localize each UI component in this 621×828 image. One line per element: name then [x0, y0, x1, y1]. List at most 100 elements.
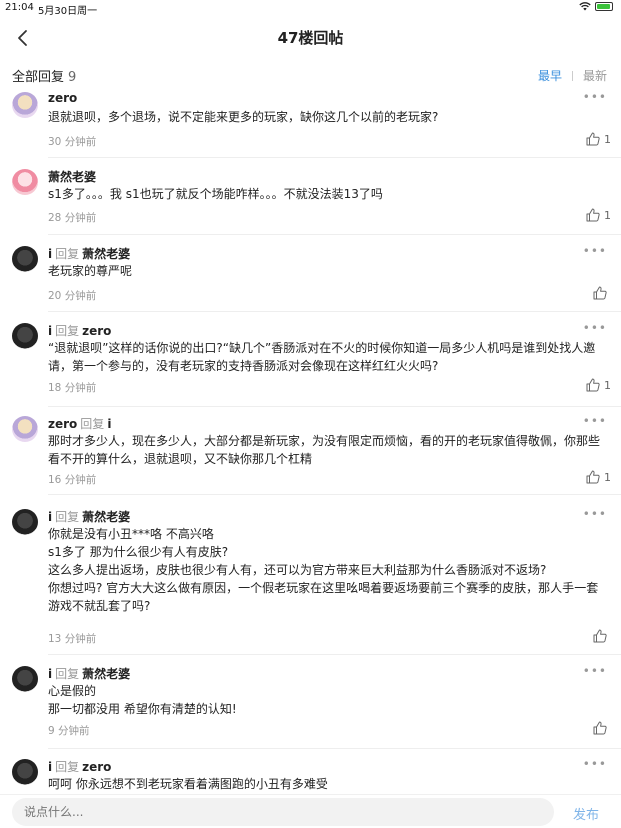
replies-count: 9: [68, 70, 77, 85]
divider: [48, 157, 621, 158]
avatar[interactable]: [12, 509, 38, 535]
reply-word: 回复: [80, 417, 105, 431]
list-item: i 回复 萧然老婆 ••• 你就是没有小丑***咯 不高兴咯 s1多了 那为什么很少…: [0, 505, 621, 655]
reply-author: 萧然老婆: [48, 168, 96, 185]
divider: [48, 494, 621, 495]
reply-word: 回复: [55, 667, 80, 681]
author-name[interactable]: 萧然老婆: [48, 170, 96, 184]
thumb-up-icon: [593, 721, 607, 735]
more-dots-icon[interactable]: •••: [583, 321, 607, 335]
avatar[interactable]: [12, 323, 38, 349]
like-button[interactable]: 1: [586, 208, 611, 222]
divider: [48, 311, 621, 312]
reply-line: 那一切都没用 希望你有清楚的认知!: [48, 702, 237, 716]
author-name[interactable]: zero: [48, 91, 77, 105]
avatar[interactable]: [12, 416, 38, 442]
sort-divider: [571, 70, 573, 81]
thumb-up-icon: [586, 132, 600, 146]
reply-author: i 回复 萧然老婆: [48, 665, 130, 682]
reply-target[interactable]: zero: [82, 760, 111, 774]
reply-line: 游戏不就乱套了吗?: [48, 599, 151, 613]
avatar[interactable]: [12, 759, 38, 785]
avatar[interactable]: [12, 246, 38, 272]
divider: [48, 406, 621, 407]
sort-latest-button[interactable]: 最新: [583, 67, 607, 84]
reply-time: 30 分钟前: [48, 136, 97, 148]
more-dots-icon[interactable]: •••: [583, 664, 607, 678]
status-time: 21:04: [5, 2, 34, 13]
wifi-icon: [579, 2, 591, 11]
reply-target[interactable]: zero: [82, 324, 111, 338]
more-dots-icon[interactable]: •••: [583, 244, 607, 258]
author-name[interactable]: zero: [48, 417, 77, 431]
more-dots-icon[interactable]: •••: [583, 414, 607, 428]
author-name[interactable]: i: [48, 324, 52, 338]
reply-target[interactable]: 萧然老婆: [82, 247, 130, 261]
more-dots-icon[interactable]: •••: [583, 90, 607, 104]
status-icons: [579, 2, 613, 11]
reply-target[interactable]: i: [107, 417, 111, 431]
reply-text: “退就退呗”这样的话你说的出口?“缺几个”香肠派对在不火的时候你知道一局多少人机…: [48, 341, 596, 373]
reply-time: 28 分钟前: [48, 212, 97, 224]
reply-text: s1多了。。。我 s1也玩了就反个场能咋样。。。不就没法装13了吗: [48, 187, 383, 201]
reply-text: 心是假的 那一切都没用 希望你有清楚的认知!: [48, 682, 605, 718]
reply-line: 你想过吗? 官方大大这么做有原因，一个假老玩家在这里吆喝着要返场要前三个赛季的皮…: [48, 581, 599, 595]
reply-author: zero: [48, 91, 77, 105]
replies-label-text: 全部回复: [12, 70, 65, 85]
reply-list: zero ••• 退就退呗，多个退场，说不定能来更多的玩家，缺你这几个以前的老玩…: [0, 88, 621, 794]
reply-word: 回复: [55, 247, 80, 261]
like-count: 1: [604, 470, 611, 484]
publish-button[interactable]: 发布: [573, 804, 599, 823]
reply-text: 呵呵 你永远想不到老玩家看着满图跑的小丑有多难受: [48, 777, 328, 791]
sort-earliest-button[interactable]: 最早: [538, 67, 562, 84]
list-item: i 回复 zero ••• 呵呵 你永远想不到老玩家看着满图跑的小丑有多难受: [0, 755, 621, 794]
list-item: i 回复 萧然老婆 ••• 老玩家的尊严呢 20 分钟前: [0, 242, 621, 312]
reply-line: 心是假的: [48, 684, 97, 698]
reply-line: s1多了 那为什么很少有人有皮肤?: [48, 545, 229, 559]
author-name[interactable]: i: [48, 667, 52, 681]
reply-time: 9 分钟前: [48, 725, 90, 737]
reply-target[interactable]: 萧然老婆: [82, 510, 130, 524]
reply-word: 回复: [55, 760, 80, 774]
reply-author: i 回复 zero: [48, 322, 111, 339]
avatar[interactable]: [12, 666, 38, 692]
reply-text: 老玩家的尊严呢: [48, 264, 133, 278]
replies-label: 全部回复 9: [12, 66, 76, 85]
reply-time: 16 分钟前: [48, 474, 97, 486]
reply-time: 20 分钟前: [48, 290, 97, 302]
thumb-up-icon: [586, 378, 600, 392]
author-name[interactable]: i: [48, 510, 52, 524]
reply-word: 回复: [55, 510, 80, 524]
nav-bar: 47楼回帖: [0, 18, 621, 58]
battery-icon: [595, 2, 613, 11]
avatar[interactable]: [12, 169, 38, 195]
list-item: zero 回复 i ••• 那时才多少人，现在多少人，大部分都是新玩家，为没有限定而…: [0, 412, 621, 495]
more-dots-icon[interactable]: •••: [583, 757, 607, 771]
list-item: 萧然老婆 s1多了。。。我 s1也玩了就反个场能咋样。。。不就没法装13了吗 2…: [0, 165, 621, 235]
like-button[interactable]: 1: [586, 378, 611, 392]
like-button[interactable]: [593, 721, 611, 735]
divider: [48, 654, 621, 655]
comment-input[interactable]: [12, 798, 554, 826]
reply-target[interactable]: 萧然老婆: [82, 667, 130, 681]
composer-bar: 发布: [0, 794, 621, 828]
status-bar: 21:04 5月30日周一: [0, 0, 621, 17]
list-item: zero ••• 退就退呗，多个退场，说不定能来更多的玩家，缺你这几个以前的老玩…: [0, 88, 621, 158]
divider: [48, 234, 621, 235]
author-name[interactable]: i: [48, 760, 52, 774]
like-button[interactable]: [593, 629, 611, 643]
like-count: 1: [604, 208, 611, 222]
like-count: 1: [604, 132, 611, 146]
like-button[interactable]: [593, 286, 611, 300]
reply-text: 那时才多少人，现在多少人，大部分都是新玩家，为没有限定而烦恼，看的开的老玩家值得…: [48, 434, 601, 466]
author-name[interactable]: i: [48, 247, 52, 261]
sort-toggle: 最早 最新: [538, 67, 607, 84]
like-button[interactable]: 1: [586, 470, 611, 484]
more-dots-icon[interactable]: •••: [583, 507, 607, 521]
avatar[interactable]: [12, 92, 38, 118]
reply-line: 这么多人提出返场，皮肤也很少有人有，还可以为官方带来巨大利益那为什么香肠派对不返…: [48, 563, 547, 577]
status-date: 5月30日周一: [38, 6, 98, 17]
like-button[interactable]: 1: [586, 132, 611, 146]
reply-time: 13 分钟前: [48, 633, 97, 645]
page-title: 47楼回帖: [277, 29, 344, 47]
